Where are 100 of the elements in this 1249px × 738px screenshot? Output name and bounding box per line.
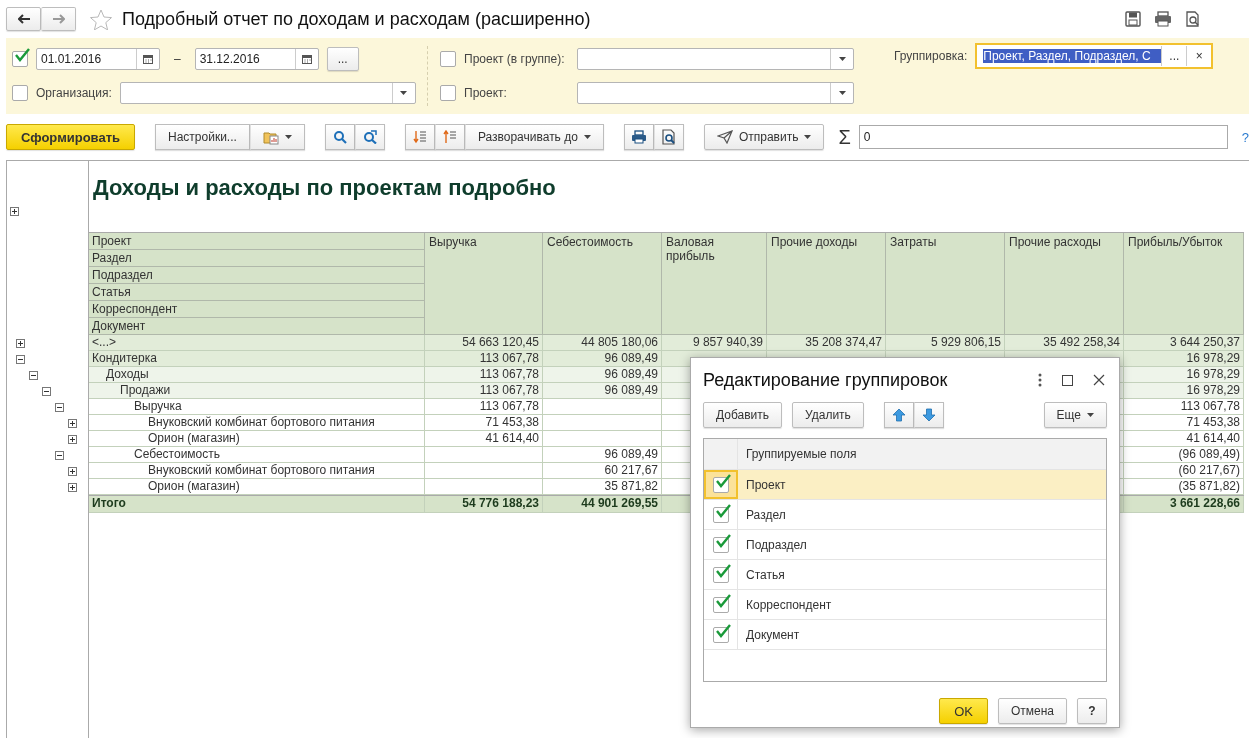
grouping-field[interactable]: Проект, Раздел, Подраздел, С ... × — [975, 43, 1214, 69]
close-icon[interactable] — [1093, 374, 1105, 386]
maximize-icon[interactable] — [1062, 374, 1073, 386]
expand-icon[interactable] — [16, 338, 25, 348]
column-header: Статья — [89, 284, 425, 301]
print-button[interactable] — [623, 124, 654, 150]
arrow-down-icon — [921, 408, 936, 422]
checkbox[interactable] — [712, 566, 729, 583]
dialog-title: Редактирование группировок — [703, 369, 949, 391]
preview-button[interactable] — [653, 124, 684, 150]
project-group-field[interactable] — [577, 48, 854, 70]
column-header: Прочие расходы — [1005, 233, 1124, 335]
project-label: Проект: — [464, 86, 508, 100]
add-button[interactable]: Добавить — [703, 402, 783, 428]
calendar-icon — [143, 54, 153, 64]
search-icon — [332, 130, 347, 144]
save-icon — [1125, 11, 1141, 27]
search-next-icon — [362, 130, 377, 144]
column-header: Прочие доходы — [767, 233, 886, 335]
caret-icon — [400, 91, 408, 95]
list-row[interactable]: Документ — [704, 620, 1106, 650]
date-to-field[interactable]: 31.12.2016 — [194, 48, 319, 70]
expand-icon[interactable] — [68, 482, 77, 492]
table-cell: 54 776 188,23 — [425, 496, 543, 513]
column-header: Документ — [89, 318, 425, 335]
collapse-icon[interactable] — [29, 370, 38, 380]
caret-icon — [838, 57, 846, 61]
check-icon — [714, 593, 731, 608]
column-header: Группируемые поля — [745, 447, 857, 461]
caret-icon — [583, 135, 591, 139]
column-header: Затраты — [886, 233, 1005, 335]
checkbox[interactable] — [712, 536, 729, 553]
table-cell: 3 661 228,66 — [1124, 496, 1244, 513]
column-header: Валовая прибыль — [662, 233, 767, 335]
table-cell: 44 901 269,55 — [543, 496, 662, 513]
forward-arrow-icon — [52, 14, 65, 24]
collapse-icon[interactable] — [16, 354, 25, 364]
generate-button[interactable]: Сформировать — [6, 124, 136, 150]
expand-icon[interactable] — [68, 434, 77, 444]
calendar-icon — [301, 54, 312, 64]
back-button[interactable] — [6, 7, 41, 31]
column-header: Себестоимость — [543, 233, 662, 335]
move-up-button[interactable] — [883, 402, 914, 428]
window-title: Подробный отчет по доходам и расходам (расширенно) — [122, 8, 592, 30]
more-button[interactable]: Еще — [1043, 402, 1107, 428]
column-header: Корреспондент — [89, 301, 425, 318]
more-icon[interactable] — [1038, 373, 1042, 387]
column-header: Выручка — [425, 233, 543, 335]
project-field[interactable] — [577, 82, 854, 104]
list-row[interactable]: Раздел — [704, 500, 1106, 530]
expand-icon[interactable] — [68, 466, 77, 476]
caret-icon — [1087, 413, 1094, 417]
cancel-button[interactable]: Отмена — [997, 698, 1067, 724]
list-row[interactable]: Проект — [704, 470, 1106, 500]
list-row[interactable]: Корреспондент — [704, 590, 1106, 620]
project-checkbox[interactable] — [440, 85, 456, 101]
help-link[interactable]: ? — [1241, 129, 1249, 145]
preview-icon — [1185, 11, 1201, 27]
organization-field[interactable] — [119, 82, 416, 104]
sum-field[interactable]: 0 — [858, 125, 1228, 149]
expand-to-button[interactable]: Разворачивать до — [464, 124, 604, 150]
list-row[interactable]: Подраздел — [704, 530, 1106, 560]
checkbox[interactable] — [712, 506, 729, 523]
sort-down-icon — [412, 130, 427, 144]
remove-button[interactable]: Удалить — [792, 402, 864, 428]
sort-up-icon — [442, 130, 457, 144]
collapse-icon[interactable] — [42, 386, 51, 396]
print-icon — [1154, 11, 1172, 27]
grouping-select-button[interactable]: ... — [1161, 46, 1187, 66]
settings-button[interactable]: Настройки... — [155, 124, 250, 150]
project-group-label: Проект (в группе): — [464, 52, 566, 66]
grouping-clear-button[interactable]: × — [1186, 46, 1212, 66]
period-button[interactable]: ... — [326, 47, 359, 71]
ok-button[interactable]: OK — [939, 698, 988, 724]
column-header: Проект — [89, 233, 425, 250]
expand-icon[interactable] — [10, 207, 19, 216]
checkbox[interactable] — [712, 596, 729, 613]
paper-plane-icon — [716, 130, 733, 144]
list-row[interactable]: Статья — [704, 560, 1106, 590]
expand-icon[interactable] — [68, 418, 77, 428]
back-arrow-icon — [17, 14, 30, 24]
sum-sign: Σ — [838, 125, 851, 149]
help-button[interactable]: ? — [1077, 698, 1107, 724]
move-down-button[interactable] — [913, 402, 944, 428]
checkbox[interactable] — [712, 626, 729, 643]
checkbox[interactable] — [713, 476, 729, 493]
caret-icon — [804, 135, 812, 139]
send-button[interactable]: Отправить — [703, 124, 825, 150]
arrow-up-icon — [891, 408, 906, 422]
collapse-icon[interactable] — [55, 402, 64, 412]
search-button[interactable] — [324, 124, 355, 150]
organization-checkbox[interactable] — [12, 85, 28, 101]
print-icon — [630, 130, 647, 144]
search-next-button[interactable] — [354, 124, 385, 150]
date-from-field[interactable]: 01.01.2016 — [36, 48, 160, 70]
column-header: Раздел — [89, 250, 425, 267]
collapse-icon[interactable] — [55, 450, 64, 460]
period-checkbox[interactable] — [12, 51, 28, 67]
check-icon — [714, 623, 731, 638]
project-group-checkbox[interactable] — [440, 51, 456, 67]
